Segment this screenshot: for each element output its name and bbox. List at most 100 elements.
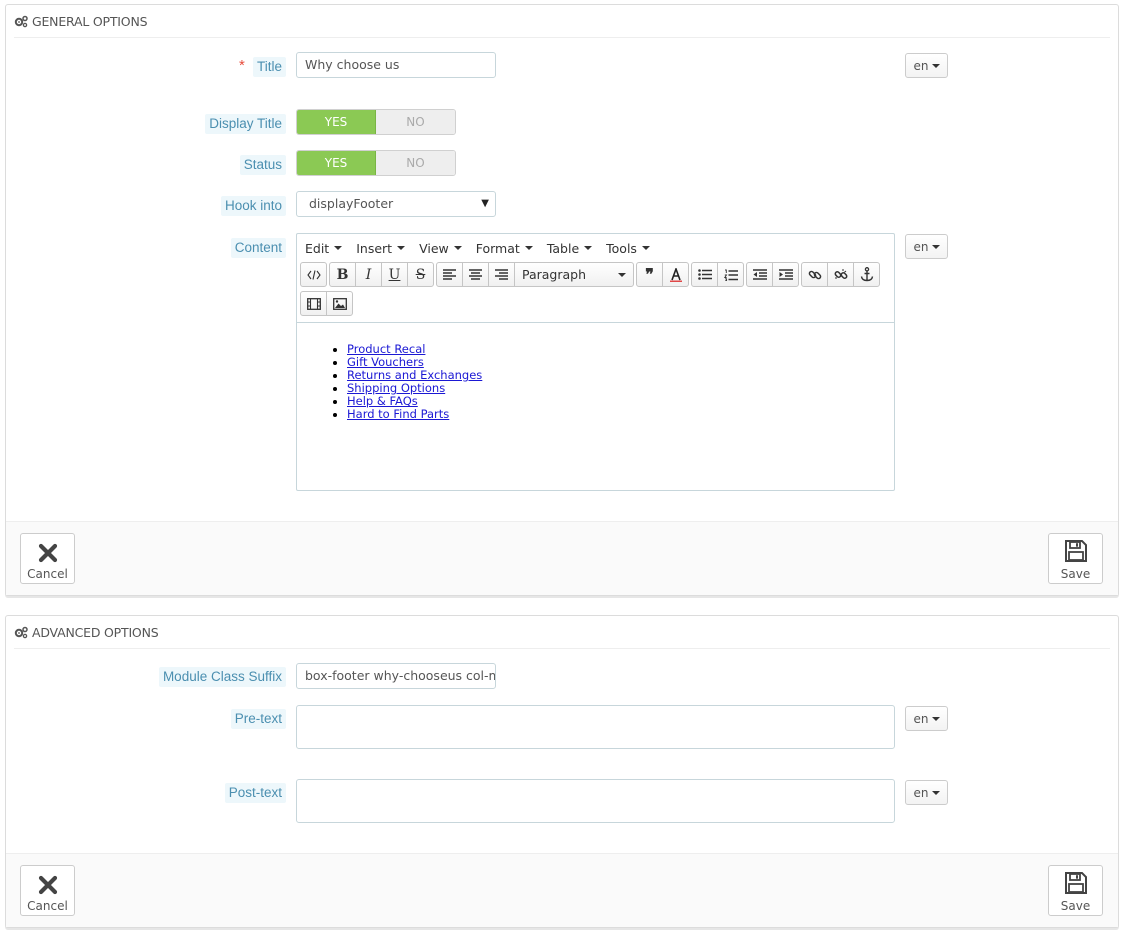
content-link[interactable]: Gift Vouchers <box>347 355 424 369</box>
advanced-panel-footer: Cancel Save <box>6 853 1118 927</box>
menu-format[interactable]: Format <box>476 241 533 256</box>
advanced-options-panel: ADVANCED OPTIONS Module Class Suffix box… <box>5 615 1119 928</box>
bold-button[interactable]: B <box>329 262 356 287</box>
caret-down-icon <box>334 246 343 250</box>
save-label: Save <box>1060 899 1091 913</box>
title-language-dropdown[interactable]: en <box>905 53 948 78</box>
cogs-icon <box>14 15 28 27</box>
align-left-button[interactable] <box>436 262 463 287</box>
status-label: Status <box>239 155 286 175</box>
status-switch[interactable]: YES NO <box>296 150 456 176</box>
underline-button[interactable]: U <box>381 262 408 287</box>
display-title-no-option[interactable]: NO <box>376 110 455 134</box>
text-color-button[interactable] <box>662 262 689 287</box>
code-icon <box>306 269 321 280</box>
status-no-option[interactable]: NO <box>376 151 455 175</box>
insert-link-button[interactable] <box>801 262 828 287</box>
title-input[interactable]: Why choose us <box>296 52 496 78</box>
content-language-dropdown[interactable]: en <box>905 234 948 259</box>
bold-icon: B <box>336 266 349 283</box>
content-link[interactable]: Help & FAQs <box>347 394 418 408</box>
list-item: Product Recal <box>347 343 894 356</box>
menu-edit[interactable]: Edit <box>305 240 343 256</box>
caret-down-icon <box>618 272 626 277</box>
caret-down-icon <box>931 716 940 721</box>
indent-icon <box>778 269 793 280</box>
display-title-switch[interactable]: YES NO <box>296 109 456 135</box>
numbered-list-button[interactable] <box>717 262 744 287</box>
pre-text-language-dropdown[interactable]: en <box>905 706 948 731</box>
display-title-yes-option[interactable]: YES <box>297 110 376 134</box>
list-item: Shipping Options <box>347 382 894 395</box>
save-icon <box>1064 872 1087 894</box>
save-button[interactable]: Save <box>1048 865 1103 916</box>
align-right-button[interactable] <box>488 262 515 287</box>
save-button[interactable]: Save <box>1048 533 1103 584</box>
cancel-button[interactable]: Cancel <box>20 533 75 584</box>
source-code-button[interactable] <box>300 262 327 287</box>
status-yes-option[interactable]: YES <box>297 151 376 175</box>
title-label: Title <box>252 57 286 77</box>
module-class-suffix-label: Module Class Suffix <box>158 667 286 687</box>
align-right-icon <box>495 269 508 280</box>
language-code: en <box>913 711 929 726</box>
insert-media-button[interactable] <box>300 291 327 316</box>
post-text-textarea[interactable] <box>296 779 895 823</box>
hook-into-select[interactable]: displayFooter ▼ <box>296 191 496 217</box>
menu-label: Table <box>546 240 580 256</box>
post-text-language-dropdown[interactable]: en <box>905 780 948 805</box>
close-icon <box>38 875 57 895</box>
editor-toolbar-row-1: B I U S Paragraph ❞ <box>297 262 894 289</box>
editor-content-area[interactable]: Product Recal Gift Vouchers Returns and … <box>297 322 894 490</box>
hook-into-value: displayFooter <box>309 196 394 211</box>
caret-down-icon <box>931 63 940 68</box>
content-link[interactable]: Shipping Options <box>347 381 445 395</box>
unlink-icon <box>834 268 847 279</box>
content-link[interactable]: Hard to Find Parts <box>347 407 449 421</box>
strikethrough-icon: S <box>415 266 426 283</box>
content-link[interactable]: Product Recal <box>347 342 425 356</box>
content-rich-text-editor[interactable]: Edit Insert View Format Table Tools B I … <box>296 233 895 491</box>
format-select[interactable]: Paragraph <box>514 262 634 287</box>
menu-view[interactable]: View <box>419 241 462 256</box>
underline-icon: U <box>388 266 401 283</box>
content-link[interactable]: Returns and Exchanges <box>347 368 482 382</box>
post-text-label: Post-text <box>224 783 286 803</box>
bullet-list-icon <box>697 269 712 280</box>
blockquote-button[interactable]: ❞ <box>636 262 663 287</box>
menu-tools[interactable]: Tools <box>606 241 650 256</box>
menu-table[interactable]: Table <box>546 240 593 256</box>
menu-insert[interactable]: Insert <box>356 241 406 256</box>
advanced-options-heading: ADVANCED OPTIONS <box>14 616 1110 649</box>
quote-icon: ❞ <box>645 265 654 284</box>
caret-down-icon <box>641 246 650 250</box>
caret-down-icon <box>453 246 462 250</box>
display-title-label: Display Title <box>205 114 286 134</box>
save-icon <box>1064 540 1087 562</box>
caret-down-icon <box>524 246 533 250</box>
cancel-button[interactable]: Cancel <box>20 865 75 916</box>
caret-down-icon <box>931 790 940 795</box>
select-arrow-icon: ▼ <box>481 198 489 209</box>
italic-button[interactable]: I <box>355 262 382 287</box>
language-code: en <box>913 785 929 800</box>
general-panel-footer: Cancel Save <box>6 521 1118 595</box>
align-center-button[interactable] <box>462 262 489 287</box>
outdent-button[interactable] <box>746 262 773 287</box>
align-center-icon <box>469 269 482 280</box>
indent-button[interactable] <box>772 262 799 287</box>
save-label: Save <box>1060 567 1091 581</box>
content-label: Content <box>230 238 286 258</box>
close-icon <box>38 543 57 563</box>
module-class-suffix-input[interactable]: box-footer why-chooseus col-md <box>296 663 496 689</box>
bullet-list-button[interactable] <box>691 262 718 287</box>
unlink-button[interactable] <box>827 262 854 287</box>
outdent-icon <box>752 269 767 280</box>
link-icon <box>808 270 821 279</box>
anchor-button[interactable] <box>853 262 880 287</box>
menu-label: Format <box>475 240 520 256</box>
menu-label: Edit <box>305 240 330 256</box>
strikethrough-button[interactable]: S <box>407 262 434 287</box>
insert-image-button[interactable] <box>326 291 353 316</box>
pre-text-textarea[interactable] <box>296 705 895 749</box>
